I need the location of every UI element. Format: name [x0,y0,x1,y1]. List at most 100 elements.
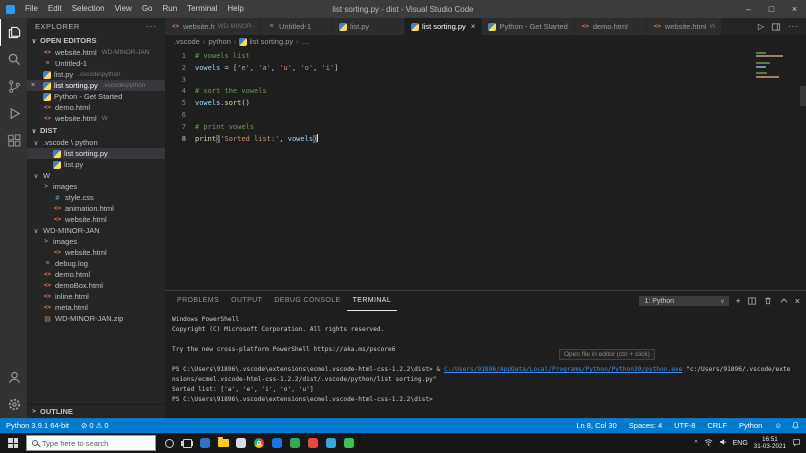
status-eol[interactable]: CRLF [701,421,733,430]
kill-terminal-button[interactable] [763,296,773,306]
tree-item-vscode-python[interactable]: ∨.vscode \ python [27,137,165,148]
menu-run[interactable]: Run [157,0,182,18]
tree-item-list-sorting-py[interactable]: list sorting.py [27,148,165,159]
tray-expand-icon[interactable]: ^ [694,440,697,447]
clock[interactable]: 16:51 31-03-2021 [754,436,786,450]
activity-run-debug-icon[interactable] [0,100,27,127]
taskbar-app-chrome-icon[interactable] [250,433,268,453]
open-editor-list-sorting-py[interactable]: ×list sorting.py.vscode\python [27,80,165,91]
tab-demo-html[interactable]: <>demo.html [575,18,647,35]
tab-list-py[interactable]: list.py [333,18,405,35]
activity-account-icon[interactable] [0,364,27,391]
terminal-file-link[interactable]: C:/Users/91896/AppData/Local/Programs/Py… [444,366,682,373]
tab-list-sorting-py[interactable]: list sorting.py× [405,18,482,35]
terminal-shell-selector[interactable]: 1: Python ∨ [639,296,729,306]
status-cursor-position[interactable]: Ln 8, Col 30 [570,421,622,430]
terminal[interactable]: Windows PowerShellCopyright (C) Microsof… [165,311,806,418]
tree-item-animation-html[interactable]: <>animation.html [27,203,165,214]
taskbar-app-sheets-icon[interactable] [286,433,304,453]
code-line[interactable]: 5vowels.sort() [165,98,806,110]
activity-explorer-icon[interactable] [0,19,27,46]
code-line[interactable]: 7# print vowels [165,122,806,134]
close-panel-button[interactable]: × [795,296,800,306]
status-encoding[interactable]: UTF-8 [668,421,701,430]
notifications-bell-icon[interactable] [788,421,806,430]
maximize-button[interactable]: □ [760,0,783,18]
tree-item-meta-html[interactable]: <>meta.html [27,302,165,313]
tab-untitled-1[interactable]: ≡Untitled-1 [261,18,333,35]
editor-scrollbar[interactable] [800,86,806,106]
menu-edit[interactable]: Edit [43,0,67,18]
panel-tab-output[interactable]: OUTPUT [225,291,268,311]
volume-icon[interactable] [719,438,727,448]
tree-item-images[interactable]: >images [27,181,165,192]
tree-item-website-html[interactable]: <>website.html [27,247,165,258]
menu-file[interactable]: File [20,0,43,18]
start-button[interactable] [0,433,26,453]
tree-item-website-html[interactable]: <>website.html [27,214,165,225]
tab-website-html[interactable]: <>website.htmlW [647,18,723,35]
breadcrumb-item-[interactable]: … [302,37,310,46]
activity-extensions-icon[interactable] [0,127,27,154]
tree-item-images[interactable]: >images [27,236,165,247]
breadcrumb-item-python[interactable]: python [208,37,231,46]
tree-item-demobox-html[interactable]: <>demoBox.html [27,280,165,291]
activity-settings-icon[interactable] [0,391,27,418]
tree-item-list-py[interactable]: list.py [27,159,165,170]
tree-item-wd-minor-jan-zip[interactable]: ▤WD-MINOR-JAN.zip [27,313,165,324]
code-editor[interactable]: 1# vowels list2vowels = ['e', 'a', 'u', … [165,48,806,290]
open-editor-python-get-started[interactable]: Python - Get Started [27,91,165,102]
open-editor-website-html[interactable]: <>website.htmlW [27,113,165,124]
tree-item-style-css[interactable]: #style.css [27,192,165,203]
menu-go[interactable]: Go [137,0,158,18]
menu-selection[interactable]: Selection [67,0,110,18]
taskbar-app-whatsapp-icon[interactable] [340,433,358,453]
status-indentation[interactable]: Spaces: 4 [623,421,668,430]
panel-tab-problems[interactable]: PROBLEMS [171,291,225,311]
breadcrumb-item-list-sorting-py[interactable]: list sorting.py [239,37,293,46]
tab-website-html[interactable]: <>website.htmlWD-MINOR-JAN [165,18,261,35]
taskbar-app-media-icon[interactable] [304,433,322,453]
code-line[interactable]: 8print('Sorted list:', vowels) [165,134,806,146]
taskbar-app-store-icon[interactable] [268,433,286,453]
status-python-version[interactable]: Python 3.9.1 64-bit [0,421,75,430]
menu-view[interactable]: View [110,0,137,18]
minimize-button[interactable]: – [737,0,760,18]
menu-terminal[interactable]: Terminal [182,0,222,18]
taskbar-app-edge-icon[interactable] [196,433,214,453]
action-center-icon[interactable] [792,438,801,449]
tree-section-header[interactable]: ∨ DIST [27,124,165,137]
tree-item-demo-html[interactable]: <>demo.html [27,269,165,280]
open-editor-demo-html[interactable]: <>demo.html [27,102,165,113]
split-editor-button[interactable] [771,22,781,32]
status-language-mode[interactable]: Python [733,421,768,430]
taskbar-cortana-icon[interactable] [160,433,178,453]
taskbar-app-mail-icon[interactable] [232,433,250,453]
open-editor-untitled-1[interactable]: ≡Untitled-1 [27,58,165,69]
new-terminal-button[interactable]: + [735,296,740,306]
more-actions-icon[interactable]: ··· [788,22,799,31]
tree-item-inline-html[interactable]: <>inline.html [27,291,165,302]
activity-search-icon[interactable] [0,46,27,73]
tab-python-get-started[interactable]: Python - Get Started [482,18,574,35]
breadcrumb-item-vscode[interactable]: .vscode [174,37,200,46]
tree-item-debug-log[interactable]: ≡debug.log [27,258,165,269]
open-editors-header[interactable]: ∨ OPEN EDITORS [27,34,165,47]
taskbar-file-explorer-icon[interactable] [214,433,232,453]
status-problems[interactable]: ⊘ 0 ⚠ 0 [75,421,115,430]
panel-tab-terminal[interactable]: TERMINAL [347,291,398,311]
code-line[interactable]: 3 [165,75,806,87]
outline-section-header[interactable]: > OUTLINE [27,404,165,418]
taskbar-task-view-icon[interactable] [178,433,196,453]
open-editor-website-html[interactable]: <>website.htmlWD-MINOR-JAN [27,47,165,58]
status-feedback[interactable]: ☺ [768,421,788,430]
minimap[interactable] [756,52,798,79]
close-button[interactable]: × [783,0,806,18]
run-file-button[interactable]: ▷ [758,22,764,31]
panel-tab-debug-console[interactable]: DEBUG CONSOLE [268,291,346,311]
language-indicator[interactable]: ENG [733,440,748,447]
sidebar-more-actions-icon[interactable]: ··· [146,22,157,31]
maximize-panel-button[interactable] [779,296,789,306]
close-icon[interactable]: × [31,82,35,89]
taskbar-app-telegram-icon[interactable] [322,433,340,453]
